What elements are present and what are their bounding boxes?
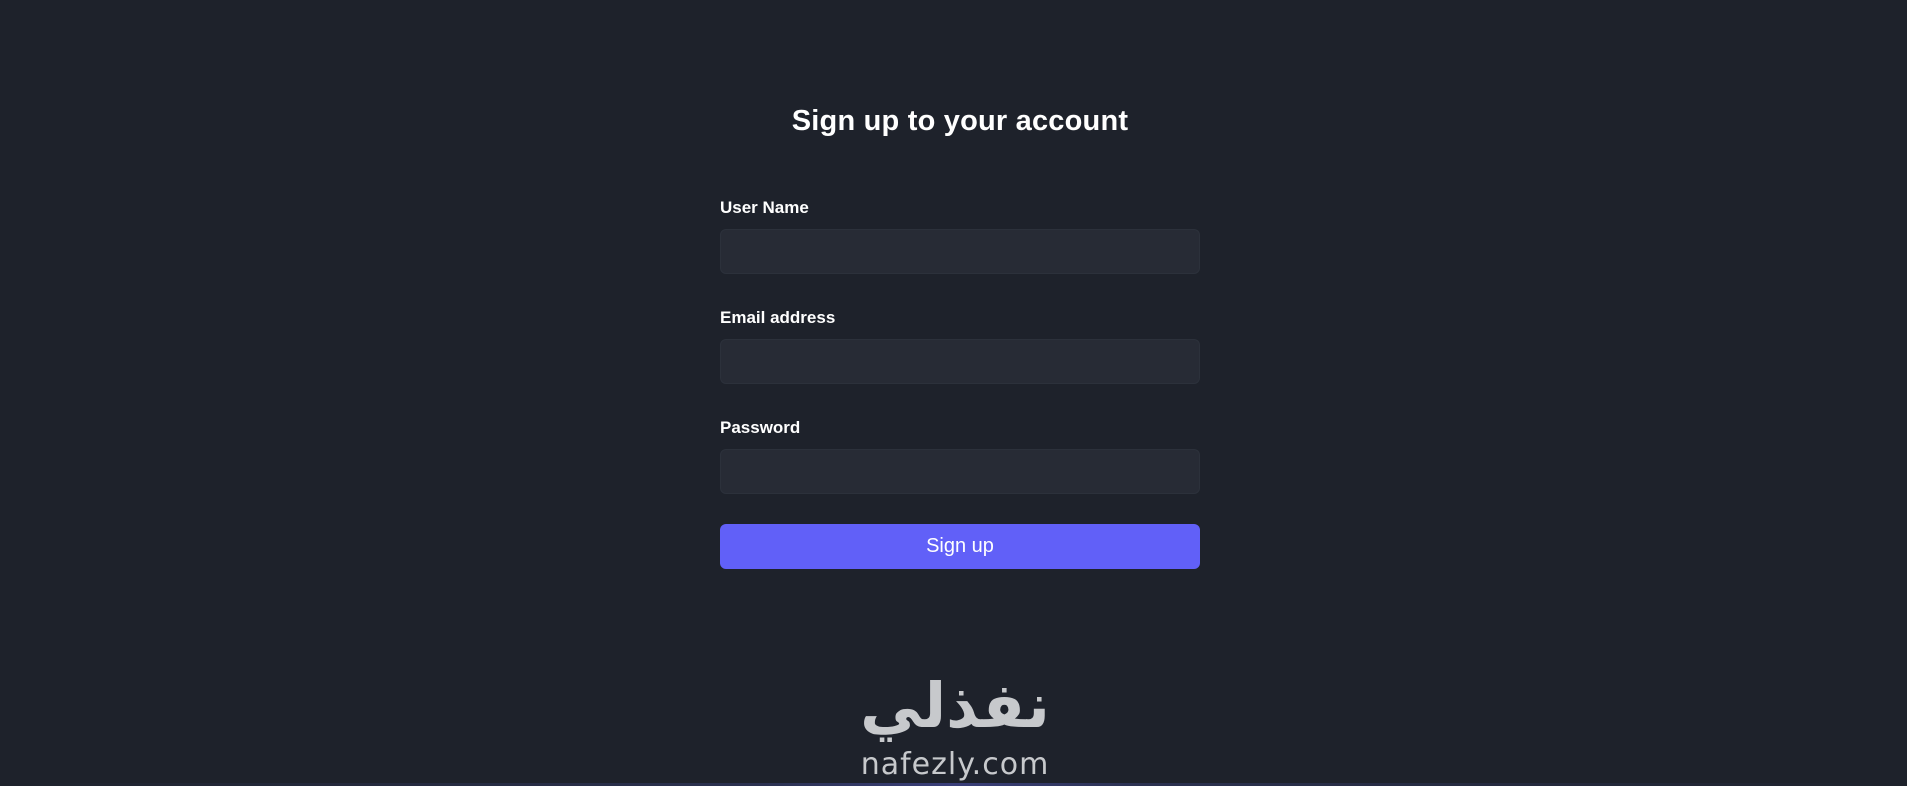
username-label: User Name <box>720 198 809 217</box>
page-title: Sign up to your account <box>791 105 1129 137</box>
email-input[interactable] <box>720 339 1200 384</box>
signup-page: Sign up to your account User Name Email … <box>0 0 1907 786</box>
password-label: Password <box>720 418 801 437</box>
watermark-arabic-text: نفذلي <box>860 669 1050 742</box>
nafezly-watermark-logo: نفذلي nafezly.com <box>840 670 1070 786</box>
username-input[interactable] <box>720 229 1200 274</box>
signup-button[interactable]: Sign up <box>720 524 1200 569</box>
password-input[interactable] <box>720 449 1200 494</box>
email-label: Email address <box>720 308 836 327</box>
watermark-domain-text: nafezly.com <box>860 747 1050 782</box>
